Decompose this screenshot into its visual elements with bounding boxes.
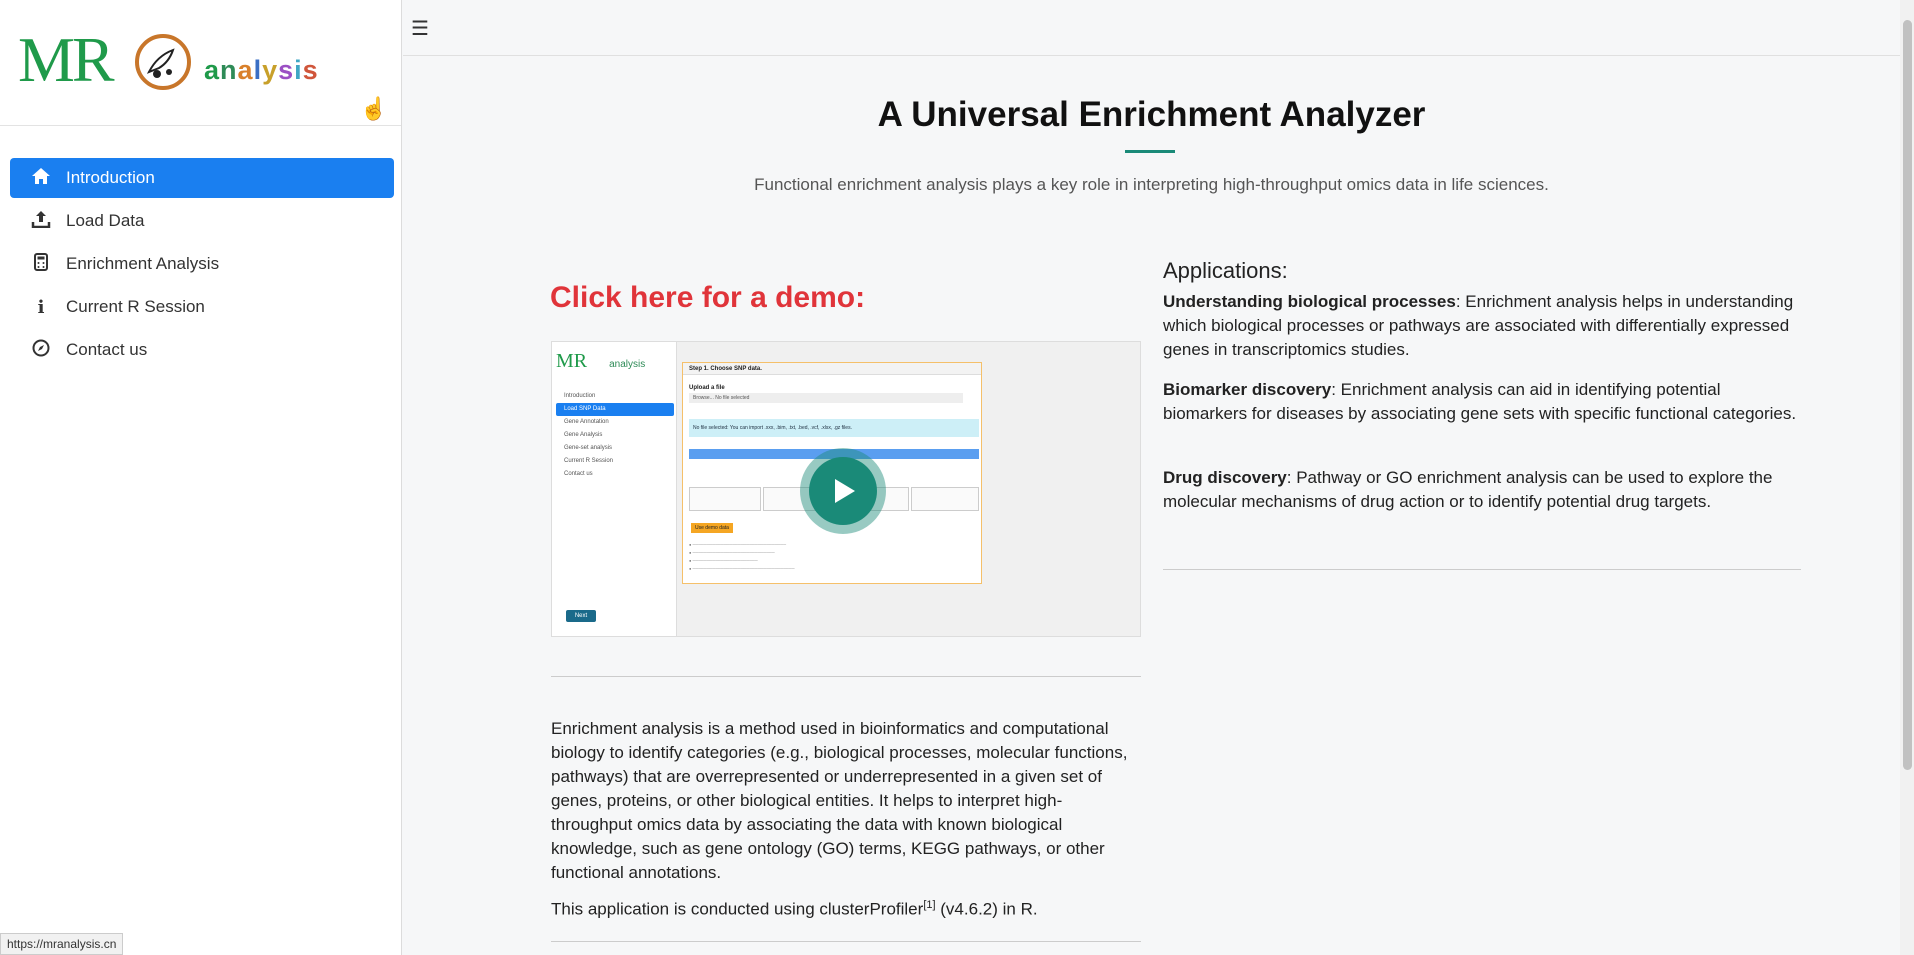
sidebar-item-introduction[interactable]: Introduction <box>10 158 394 198</box>
sidebar-nav: Introduction Load Data Enrichment Analys… <box>10 158 394 373</box>
logo-emblem-icon <box>135 34 191 90</box>
logo-mr-text: MR <box>18 24 115 95</box>
page-scrollbar[interactable] <box>1900 0 1914 955</box>
logo-area[interactable]: MR analysis ☝ <box>0 0 401 126</box>
sidebar: MR analysis ☝ Introduction Load Data Enr… <box>0 0 402 955</box>
divider <box>551 676 1141 677</box>
divider <box>551 941 1141 942</box>
hamburger-menu-icon[interactable]: ☰ <box>411 16 429 41</box>
citation-link[interactable]: [1] <box>923 899 935 911</box>
page-subtitle: Functional enrichment analysis plays a k… <box>754 175 1549 194</box>
home-icon <box>28 167 54 190</box>
sidebar-item-label: Current R Session <box>66 297 205 316</box>
logo-word: analysis <box>204 55 319 85</box>
sidebar-item-current-r-session[interactable]: i Current R Session <box>10 287 394 327</box>
sidebar-item-label: Load Data <box>66 211 145 230</box>
upload-icon <box>28 210 54 233</box>
enrichment-chart-svg: Lipid and atherosclerosis7AGE-RAGE signa… <box>1189 150 1793 500</box>
sidebar-item-load-data[interactable]: Load Data <box>10 201 394 241</box>
divider <box>1163 569 1801 570</box>
title-underline <box>1125 150 1175 153</box>
sidebar-item-label: Contact us <box>66 340 148 359</box>
sidebar-item-contact-us[interactable]: Contact us <box>10 330 394 370</box>
application-item: Biomarker discovery: Enrichment analysis… <box>1163 380 1797 423</box>
sidebar-item-enrichment-analysis[interactable]: Enrichment Analysis <box>10 244 394 284</box>
calculator-icon <box>28 252 54 276</box>
compass-icon <box>28 339 54 362</box>
video-next-button: Next <box>566 610 596 622</box>
topbar: ☰ <box>403 0 1900 56</box>
scroll-thumb[interactable] <box>1903 20 1912 770</box>
applications-title: Applications: <box>1163 258 1288 283</box>
sidebar-item-label: Introduction <box>66 168 155 187</box>
video-nav: Introduction Load SNP Data Gene Annotati… <box>556 390 674 481</box>
play-icon <box>835 479 855 503</box>
demo-link[interactable]: Click here for a demo: <box>550 281 865 315</box>
main-content: A Universal Enrichment Analyzer Function… <box>403 57 1900 955</box>
video-logo: MR analysis <box>556 350 646 372</box>
play-button[interactable] <box>800 448 886 534</box>
application-item: Drug discovery: Pathway or GO enrichment… <box>1163 468 1773 511</box>
hand-cursor-icon: ☝ <box>360 96 388 121</box>
application-item: Understanding biological processes: Enri… <box>1163 292 1794 359</box>
video-sidebar: MR analysis Introduction Load SNP Data Ge… <box>552 342 677 636</box>
demo-video[interactable]: MR analysis Introduction Load SNP Data Ge… <box>551 341 1141 637</box>
cluster-text: This application is conducted using clus… <box>551 899 1038 919</box>
description-text: Enrichment analysis is a method used in … <box>551 719 1128 882</box>
page-title: A Universal Enrichment Analyzer <box>877 95 1426 134</box>
info-icon: i <box>37 296 45 318</box>
sidebar-item-label: Enrichment Analysis <box>66 254 220 273</box>
enrichment-chart: Lipid and atherosclerosis7AGE-RAGE signa… <box>1163 150 1803 955</box>
status-url: https://mranalysis.cn <box>0 933 124 955</box>
